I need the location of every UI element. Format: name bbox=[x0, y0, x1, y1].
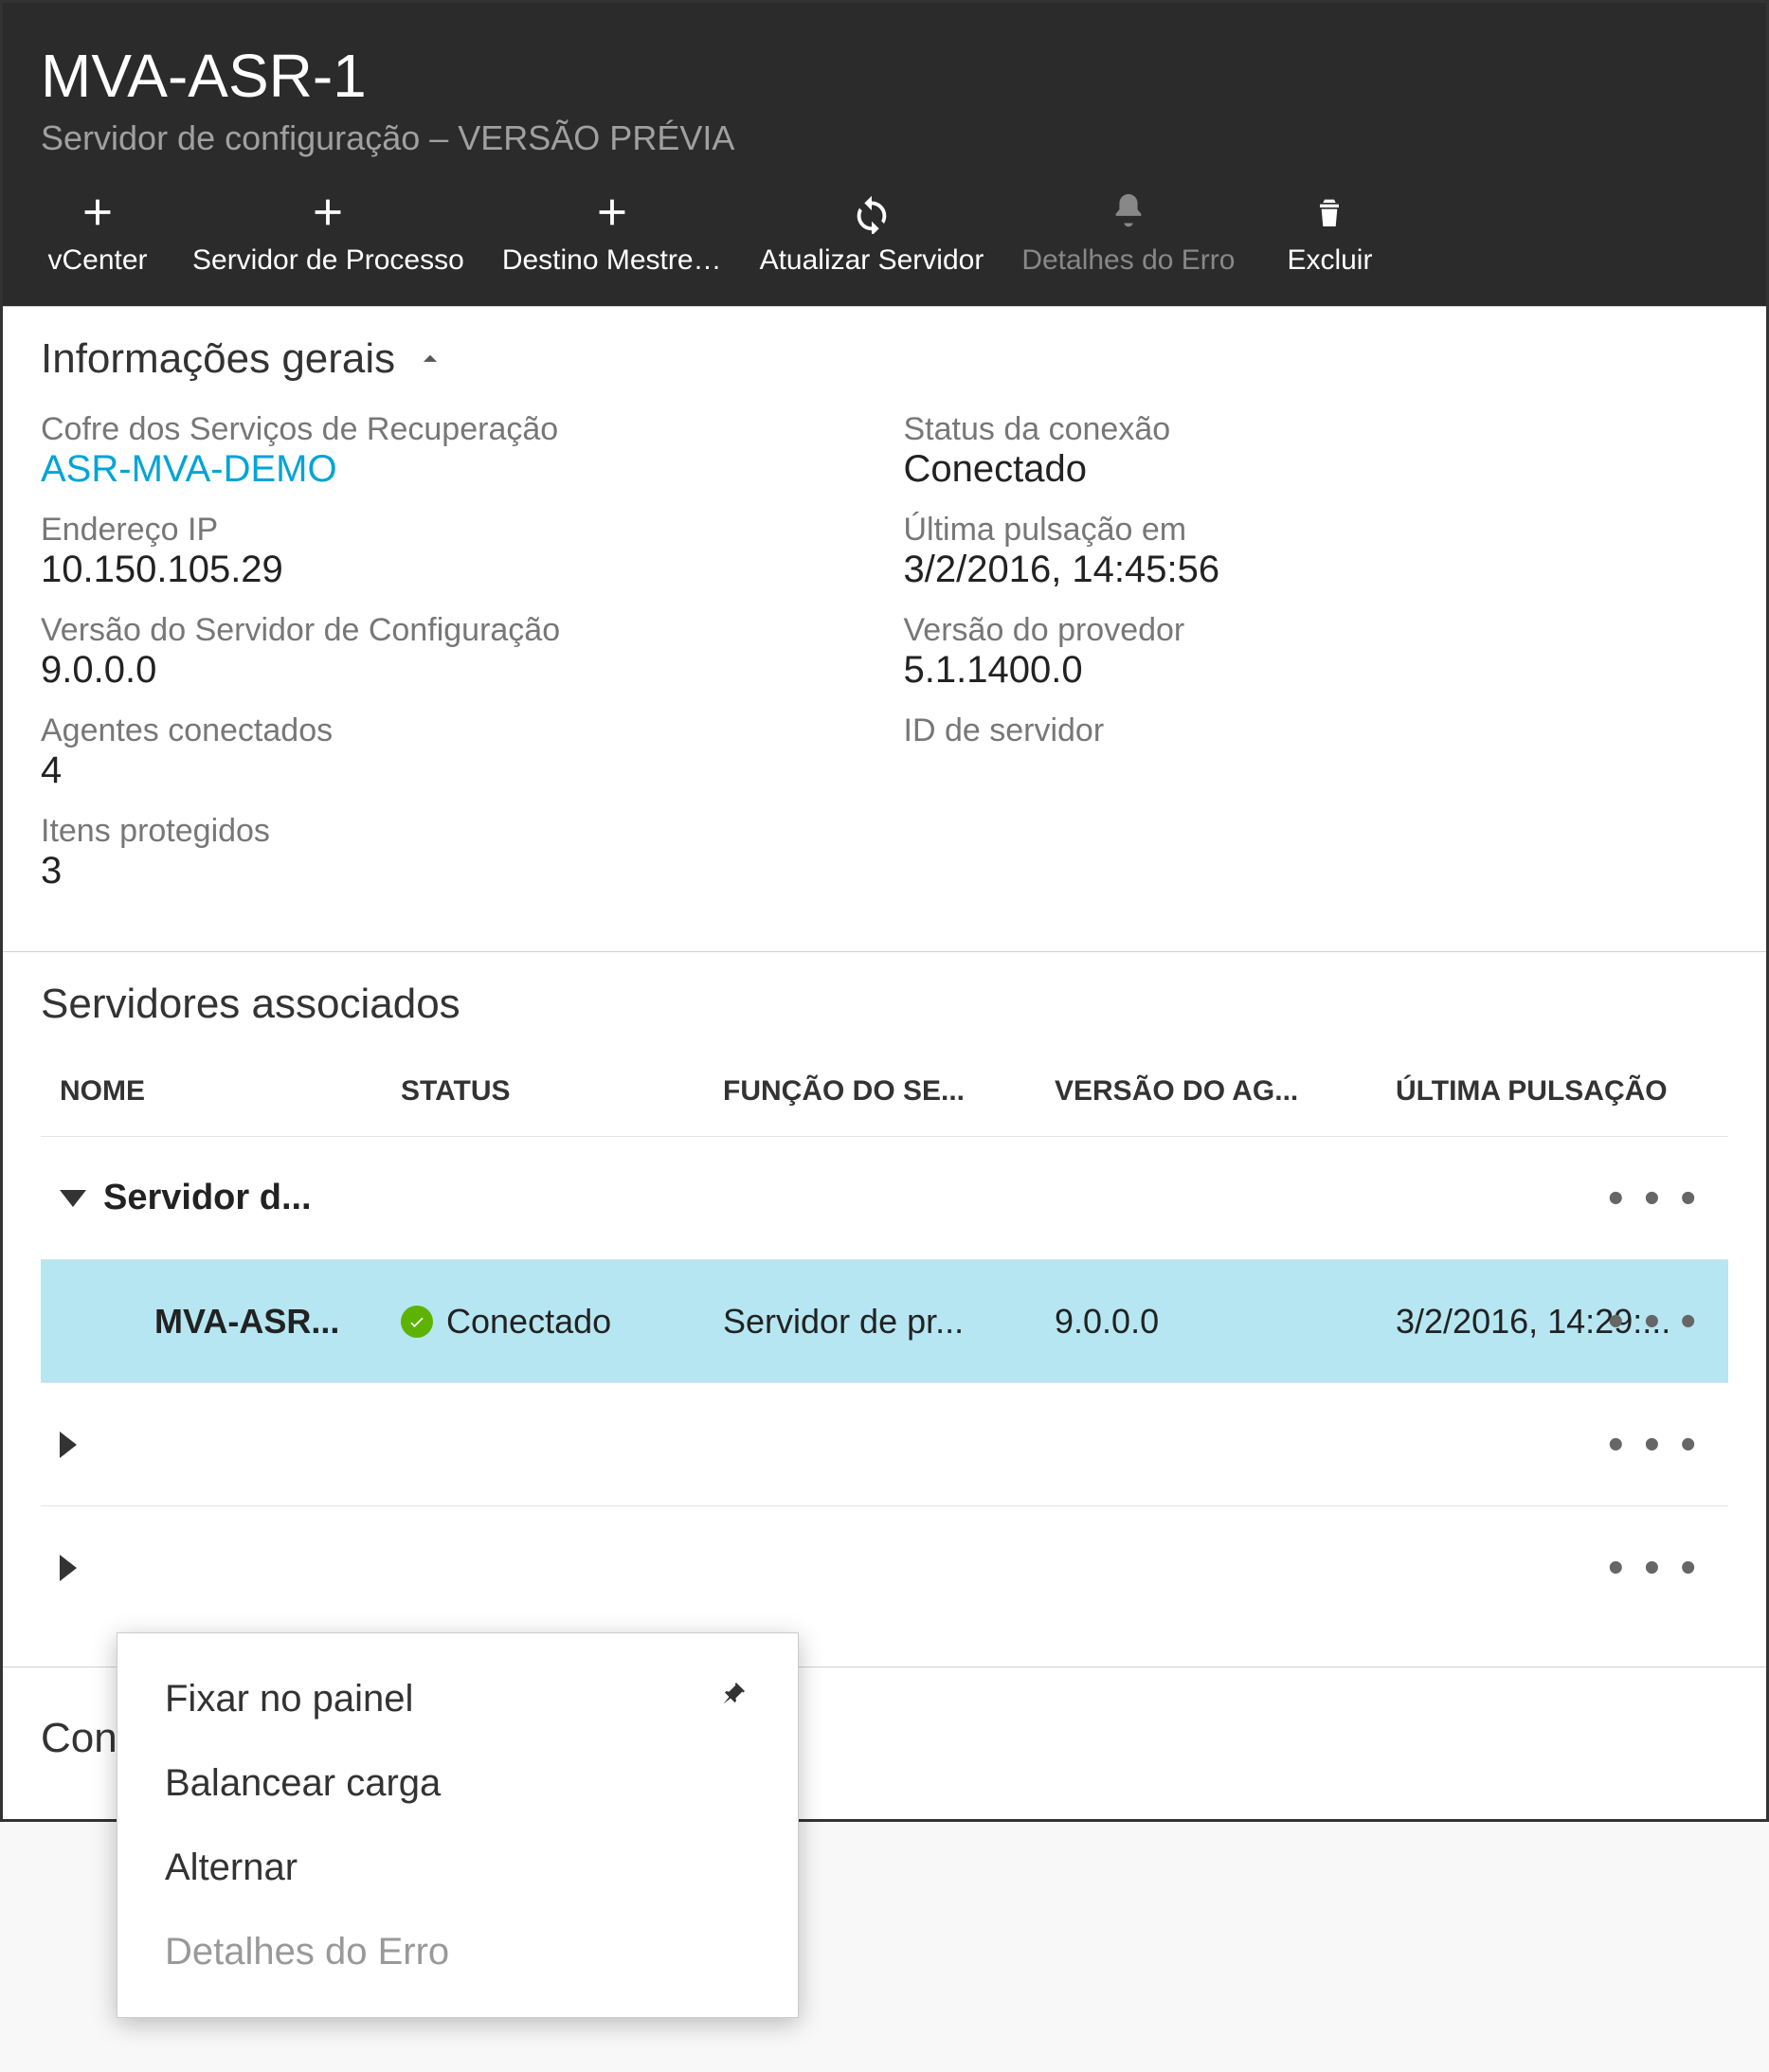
collapsed-group-row[interactable]: • • • bbox=[41, 1505, 1728, 1629]
server-id-label: ID de servidor bbox=[904, 712, 1729, 749]
pin-icon bbox=[716, 1677, 750, 1721]
ip-label: Endereço IP bbox=[41, 512, 866, 549]
context-error-label: Detalhes do Erro bbox=[165, 1931, 449, 1973]
collapsed-group-row[interactable]: • • • bbox=[41, 1382, 1728, 1505]
config-server-blade: MVA-ASR-1 Servidor de configuração – VER… bbox=[0, 0, 1769, 1822]
context-balance[interactable]: Balancear carga bbox=[117, 1741, 798, 1826]
plus-icon bbox=[590, 187, 634, 238]
caret-right-icon bbox=[60, 1432, 77, 1458]
row-menu-button[interactable]: • • • bbox=[1608, 1295, 1700, 1347]
agents-value: 4 bbox=[41, 749, 866, 792]
col-name[interactable]: NOME bbox=[60, 1075, 401, 1108]
blade-subtitle: Servidor de configuração – VERSÃO PRÉVIA bbox=[41, 118, 1728, 158]
provider-version-label: Versão do provedor bbox=[904, 612, 1729, 649]
refresh-icon bbox=[850, 187, 894, 238]
process-server-button[interactable]: Servidor de Processo bbox=[192, 187, 464, 278]
context-balance-label: Balancear carga bbox=[165, 1762, 441, 1805]
context-menu: Fixar no painel Balancear carga Alternar… bbox=[117, 1632, 799, 2018]
process-server-label: Servidor de Processo bbox=[192, 243, 464, 278]
row-menu-button[interactable]: • • • bbox=[1608, 1541, 1700, 1594]
trash-icon bbox=[1310, 187, 1348, 238]
caret-down-icon bbox=[60, 1190, 86, 1207]
blade-title: MVA-ASR-1 bbox=[41, 41, 1728, 111]
context-switch-label: Alternar bbox=[165, 1847, 298, 1889]
protected-label: Itens protegidos bbox=[41, 813, 866, 850]
row-menu-button[interactable]: • • • bbox=[1608, 1172, 1700, 1224]
vcenter-button[interactable]: vCenter bbox=[41, 187, 154, 278]
general-info-title: Informações gerais bbox=[41, 335, 395, 383]
error-details-button: Detalhes do Erro bbox=[1021, 187, 1235, 278]
cs-version-value: 9.0.0.0 bbox=[41, 649, 866, 692]
info-grid: Cofre dos Serviços de Recuperação ASR-MV… bbox=[41, 411, 1728, 913]
servers-table: NOME STATUS FUNÇÃO DO SE... VERSÃO DO AG… bbox=[41, 1066, 1728, 1629]
row-role: Servidor de pr... bbox=[723, 1302, 1055, 1342]
context-error: Detalhes do Erro bbox=[117, 1910, 798, 1994]
conn-status-value: Conectado bbox=[904, 448, 1729, 491]
col-last[interactable]: ÚLTIMA PULSAÇÃO bbox=[1396, 1075, 1728, 1108]
row-menu-button[interactable]: • • • bbox=[1608, 1418, 1700, 1470]
table-header: NOME STATUS FUNÇÃO DO SE... VERSÃO DO AG… bbox=[41, 1066, 1728, 1136]
refresh-label: Atualizar Servidor bbox=[760, 243, 984, 278]
last-heartbeat-value: 3/2/2016, 14:45:56 bbox=[904, 549, 1729, 591]
plus-icon bbox=[76, 187, 119, 238]
plus-icon bbox=[306, 187, 350, 238]
context-pin-label: Fixar no painel bbox=[165, 1678, 413, 1721]
master-target-button[interactable]: Destino Mestre… bbox=[502, 187, 722, 278]
context-switch[interactable]: Alternar bbox=[117, 1826, 798, 1910]
refresh-server-button[interactable]: Atualizar Servidor bbox=[760, 187, 984, 278]
master-target-label: Destino Mestre… bbox=[502, 243, 722, 278]
group-row[interactable]: Servidor d... • • • bbox=[41, 1136, 1728, 1259]
vcenter-label: vCenter bbox=[47, 243, 147, 278]
delete-label: Excluir bbox=[1287, 243, 1372, 278]
toolbar: vCenter Servidor de Processo Destino Mes… bbox=[41, 187, 1728, 278]
general-info-section: Informações gerais Cofre dos Serviços de… bbox=[3, 306, 1766, 951]
blade-header: MVA-ASR-1 Servidor de configuração – VER… bbox=[3, 3, 1766, 306]
delete-button[interactable]: Excluir bbox=[1273, 187, 1386, 278]
col-role[interactable]: FUNÇÃO DO SE... bbox=[723, 1075, 1055, 1108]
associated-servers-section: Servidores associados NOME STATUS FUNÇÃO… bbox=[3, 951, 1766, 1667]
agents-label: Agentes conectados bbox=[41, 712, 866, 749]
conn-status-label: Status da conexão bbox=[904, 411, 1729, 448]
error-details-label: Detalhes do Erro bbox=[1021, 243, 1235, 278]
vault-link[interactable]: ASR-MVA-DEMO bbox=[41, 448, 866, 491]
last-heartbeat-label: Última pulsação em bbox=[904, 512, 1729, 549]
col-version[interactable]: VERSÃO DO AG... bbox=[1055, 1075, 1396, 1108]
vault-label: Cofre dos Serviços de Recuperação bbox=[41, 411, 866, 448]
status-ok-icon bbox=[401, 1306, 433, 1338]
ip-value: 10.150.105.29 bbox=[41, 549, 866, 591]
general-info-header[interactable]: Informações gerais bbox=[41, 335, 1728, 383]
provider-version-value: 5.1.1400.0 bbox=[904, 649, 1729, 692]
row-name: MVA-ASR... bbox=[60, 1302, 401, 1342]
row-version: 9.0.0.0 bbox=[1055, 1302, 1396, 1342]
col-status[interactable]: STATUS bbox=[401, 1075, 723, 1108]
context-pin[interactable]: Fixar no painel bbox=[117, 1656, 798, 1741]
caret-right-icon bbox=[60, 1555, 77, 1581]
group-label: Servidor d... bbox=[103, 1178, 312, 1218]
server-row-selected[interactable]: MVA-ASR... Conectado Servidor de pr... 9… bbox=[41, 1259, 1728, 1382]
bell-icon bbox=[1107, 187, 1150, 238]
connected-section-label: Con bbox=[41, 1715, 117, 1761]
protected-value: 3 bbox=[41, 850, 866, 892]
cs-version-label: Versão do Servidor de Configuração bbox=[41, 612, 866, 649]
row-status: Conectado bbox=[446, 1302, 611, 1342]
chevron-up-icon bbox=[414, 343, 446, 375]
associated-servers-title: Servidores associados bbox=[41, 981, 1728, 1028]
